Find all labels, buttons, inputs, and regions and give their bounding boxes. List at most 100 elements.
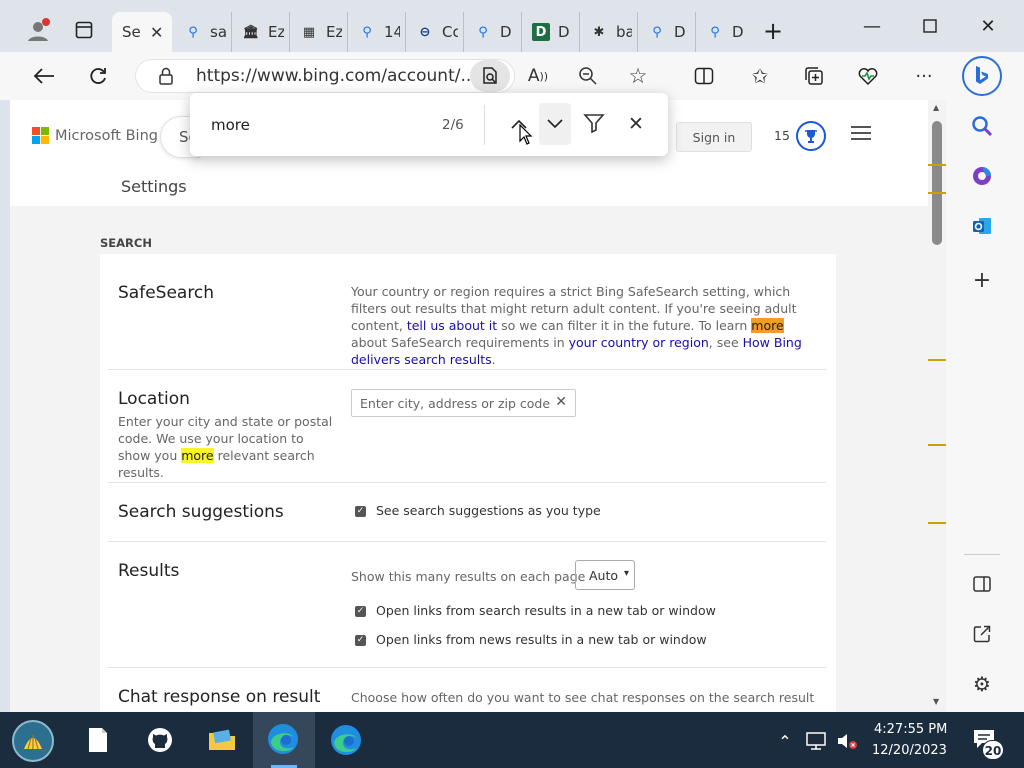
new-tab-news-checkbox[interactable]: ✓: [355, 635, 366, 646]
lock-icon[interactable]: [158, 67, 174, 89]
read-aloud-icon[interactable]: A)): [522, 60, 554, 92]
suggestions-checkbox[interactable]: ✓: [355, 506, 366, 517]
search-icon: ⚲: [362, 24, 372, 40]
country-region-link[interactable]: your country or region: [569, 335, 709, 350]
puzzle-icon: ✱: [593, 24, 605, 40]
safesearch-text: .: [491, 352, 496, 367]
new-tab-plus-icon[interactable]: +: [758, 16, 788, 46]
bing-logo[interactable]: Microsoft Bing: [32, 127, 158, 144]
tab-title: D: [558, 23, 570, 41]
back-arrow-icon[interactable]: [28, 60, 60, 92]
tab-title: Cc: [442, 23, 458, 41]
hamburger-menu-icon[interactable]: [850, 124, 874, 148]
favorite-star-icon[interactable]: ☆: [622, 60, 654, 92]
museum-icon: 🏛: [242, 24, 260, 40]
sidebar-panel-icon[interactable]: [966, 568, 998, 600]
clear-icon[interactable]: ✕: [555, 394, 567, 410]
underground-icon: ⊖: [419, 24, 431, 40]
results-option-label: Open links from news results in a new ta…: [376, 632, 707, 647]
taskbar: ⌃ 4:27:55 PM 12/20/2023 20: [0, 712, 1024, 768]
collections-icon[interactable]: [798, 60, 830, 92]
scroll-up-arrow-icon[interactable]: ▲: [933, 103, 939, 112]
tab-title: sa: [210, 23, 226, 41]
close-icon[interactable]: ✕: [150, 23, 163, 42]
search-icon[interactable]: [966, 110, 998, 142]
next-match-chevron-down-icon[interactable]: [539, 103, 571, 145]
tab[interactable]: ✱ ba: [580, 12, 638, 52]
clock-time[interactable]: 4:27:55 PM: [874, 722, 947, 737]
zoom-out-icon[interactable]: [572, 60, 604, 92]
tab-active[interactable]: Se ✕: [112, 12, 172, 52]
edge-icon[interactable]: [328, 722, 364, 758]
find-input[interactable]: more: [211, 116, 250, 134]
minimize-icon[interactable]: —: [852, 8, 892, 44]
office-icon[interactable]: [966, 160, 998, 192]
outlook-icon[interactable]: [966, 210, 998, 242]
mouse-cursor-icon: [519, 123, 533, 150]
page-scrollbar[interactable]: ▲ ▼: [928, 100, 946, 712]
tab[interactable]: ▦ Ez: [290, 12, 348, 52]
file-explorer-icon[interactable]: [202, 722, 242, 758]
tab[interactable]: ⚲ 14: [348, 12, 406, 52]
sign-in-button[interactable]: Sign in: [676, 122, 752, 152]
tab[interactable]: ⚲ D: [638, 12, 696, 52]
find-match-marker: [928, 522, 946, 524]
rewards-trophy-icon[interactable]: [796, 121, 826, 151]
notifications-icon[interactable]: 20: [968, 726, 1008, 762]
settings-gear-icon[interactable]: ⚙: [966, 668, 998, 700]
split-screen-icon[interactable]: [688, 60, 720, 92]
more-options-icon[interactable]: ···: [908, 60, 940, 92]
results-count-select[interactable]: Auto ▾: [575, 560, 635, 590]
close-find-icon[interactable]: ✕: [628, 113, 650, 135]
github-icon[interactable]: [142, 722, 178, 758]
tab[interactable]: D D: [522, 12, 580, 52]
file-icon[interactable]: [80, 722, 116, 758]
network-icon[interactable]: [802, 728, 830, 754]
sign-in-label: Sign in: [692, 129, 736, 145]
results-title: Results: [118, 561, 180, 581]
volume-muted-icon[interactable]: [834, 728, 860, 754]
browser-essentials-icon[interactable]: [852, 60, 884, 92]
filter-icon[interactable]: [583, 113, 607, 137]
location-description: Enter your city and state or postal code…: [118, 413, 334, 481]
tab-strip: Se ✕ ⚲ sa 🏛 Ez ▦ Ez ⚲ 14 ⊖ Cc ⚲ D D D ✱ …: [0, 0, 1024, 52]
url-text[interactable]: https://www.bing.com/account/...: [196, 66, 477, 86]
start-button-icon[interactable]: [12, 720, 54, 762]
find-match-marker: [928, 359, 946, 361]
tray-chevron-up-icon[interactable]: ⌃: [774, 730, 796, 752]
location-title: Location: [118, 389, 190, 409]
find-bar: more 2/6 ✕: [190, 93, 668, 156]
edge-taskbar-active[interactable]: [253, 712, 315, 768]
new-tab-search-checkbox[interactable]: ✓: [355, 606, 366, 617]
maximize-icon[interactable]: [910, 8, 950, 44]
logo-text: Microsoft Bing: [55, 127, 158, 144]
bing-copilot-icon[interactable]: [962, 56, 1002, 96]
tab[interactable]: ⊖ Cc: [406, 12, 464, 52]
edge-icon: [266, 722, 300, 760]
profile-avatar-icon[interactable]: [22, 14, 54, 46]
location-input[interactable]: Enter city, address or zip code ✕: [351, 389, 576, 417]
scroll-down-arrow-icon[interactable]: ▼: [933, 697, 939, 706]
favorites-icon[interactable]: ✩: [744, 60, 776, 92]
results-row: Results Show this many results on each p…: [108, 542, 826, 668]
find-in-page-icon[interactable]: [470, 60, 510, 92]
clock-date[interactable]: 12/20/2023: [872, 743, 947, 758]
add-plus-icon[interactable]: +: [966, 264, 998, 296]
tab[interactable]: ⚲ D: [696, 12, 754, 52]
refresh-icon[interactable]: [82, 60, 114, 92]
scrollbar-thumb[interactable]: [932, 121, 942, 245]
safesearch-text: about SafeSearch requirements in: [351, 335, 569, 350]
tell-us-link[interactable]: tell us about it: [407, 318, 497, 333]
open-external-icon[interactable]: [966, 618, 998, 650]
safesearch-title: SafeSearch: [118, 283, 215, 303]
tab[interactable]: ⚲ D: [464, 12, 522, 52]
notification-count-badge: 20: [982, 740, 1004, 760]
tab-actions-icon[interactable]: [70, 16, 98, 44]
results-option-2: ✓ Open links from news results in a new t…: [355, 632, 707, 647]
close-window-icon[interactable]: ✕: [968, 8, 1008, 44]
tab[interactable]: ⚲ sa: [174, 12, 232, 52]
tab[interactable]: 🏛 Ez: [232, 12, 290, 52]
results-count-label: Show this many results on each page: [351, 569, 586, 584]
address-bar[interactable]: https://www.bing.com/account/...: [135, 59, 515, 93]
rewards-points[interactable]: 15: [774, 128, 790, 143]
